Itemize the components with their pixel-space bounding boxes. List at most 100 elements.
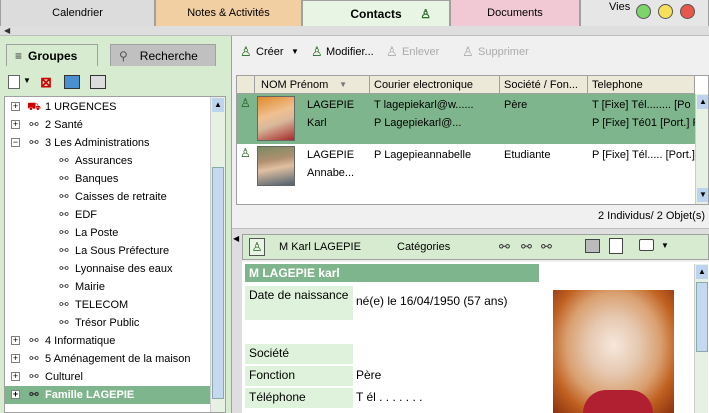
collapse-arrow-icon[interactable]: ◀ bbox=[4, 26, 10, 35]
detail-title: M LAGEPIE karl bbox=[245, 264, 539, 282]
tree-item-label: 2 Santé bbox=[45, 119, 83, 131]
tree-scrollbar[interactable]: ▲ bbox=[210, 97, 225, 412]
scroll-up-icon[interactable]: ▲ bbox=[697, 95, 708, 109]
field-value: Père bbox=[356, 368, 382, 382]
tree-item[interactable]: ⚯ La Sous Préfecture bbox=[5, 242, 210, 260]
group-link-icon: ⚯ bbox=[29, 119, 39, 131]
contact-phone: P [Fixe] Té01 [Port.] F bbox=[592, 117, 695, 129]
expand-icon[interactable]: + bbox=[11, 336, 20, 345]
dropdown-arrow-icon[interactable]: ▼ bbox=[661, 241, 669, 250]
table-row[interactable]: ♙ LAGEPIE Karl T lagepiekarl@w...... P L… bbox=[237, 94, 695, 144]
contacts-toolbar: ♙ Créer ▼ ♙ Modifier... ♙ Enlever ♙ Supp… bbox=[236, 40, 709, 66]
modify-person-icon[interactable]: ♙ bbox=[311, 44, 323, 60]
contact-portrait bbox=[553, 290, 674, 413]
scroll-thumb[interactable] bbox=[212, 167, 224, 399]
delete-button[interactable]: Supprimer bbox=[478, 46, 529, 58]
collapse-icon[interactable]: − bbox=[11, 138, 20, 147]
link-icon[interactable]: ⚯ bbox=[499, 239, 510, 255]
delete-person-icon[interactable]: ♙ bbox=[462, 44, 474, 60]
tree-item[interactable]: + ⚯ 2 Santé bbox=[5, 116, 210, 134]
link-icon[interactable]: ⚯ bbox=[521, 239, 532, 255]
tree-item[interactable]: ⚯ Caisses de retraite bbox=[5, 188, 210, 206]
group-link-icon: ⚯ bbox=[59, 173, 69, 185]
green-smiley-icon[interactable] bbox=[636, 4, 651, 19]
tree-item-label: 5 Aménagement de la maison bbox=[45, 353, 191, 365]
tree-item[interactable]: + ⚯ 4 Informatique bbox=[5, 332, 210, 350]
column-header-name[interactable]: NOM Prénom ▼ bbox=[255, 76, 370, 94]
expand-icon[interactable]: + bbox=[11, 102, 20, 111]
group-image-icon[interactable] bbox=[64, 75, 80, 89]
dropdown-arrow-icon[interactable]: ▼ bbox=[23, 76, 31, 85]
remove-button[interactable]: Enlever bbox=[402, 46, 439, 58]
collapse-arrow-icon[interactable]: ◀ bbox=[233, 234, 239, 243]
tree-item[interactable]: + ⚯ Culturel bbox=[5, 368, 210, 386]
tree-item[interactable]: ⚯ Trésor Public bbox=[5, 314, 210, 332]
splitter-vertical[interactable]: ◀ bbox=[232, 234, 242, 413]
detail-scrollbar[interactable]: ▲ bbox=[694, 264, 708, 413]
create-person-icon[interactable]: ♙ bbox=[240, 44, 252, 60]
tree-item[interactable]: ⚯ TELECOM bbox=[5, 296, 210, 314]
tree-item[interactable]: + ⚯ Famille LAGEPIE bbox=[5, 386, 210, 404]
tree-item-label: Famille LAGEPIE bbox=[45, 389, 135, 401]
table-row[interactable]: ♙ LAGEPIE Annabe... P Lagepieannabelle E… bbox=[237, 144, 695, 188]
contact-name: LAGEPIE bbox=[307, 99, 355, 111]
person-icon: ♙ bbox=[420, 7, 431, 21]
tree-item[interactable]: ⚯ Banques bbox=[5, 170, 210, 188]
tree-item[interactable]: + ⛟ 1 URGENCES bbox=[5, 98, 210, 116]
person-icon: ♙ bbox=[240, 146, 251, 160]
group-link-icon: ⚯ bbox=[59, 281, 69, 293]
sort-arrow-icon: ▼ bbox=[339, 80, 347, 89]
expand-icon[interactable]: + bbox=[11, 390, 20, 399]
create-dropdown-icon[interactable]: ▼ bbox=[291, 47, 299, 56]
tab-recherche[interactable]: ⚲ Recherche bbox=[110, 44, 216, 66]
column-header-telephone[interactable]: Telephone bbox=[588, 76, 695, 94]
scroll-up-icon[interactable]: ▲ bbox=[212, 98, 224, 112]
expand-icon[interactable]: + bbox=[11, 120, 20, 129]
delete-group-icon[interactable]: ⊠ bbox=[38, 74, 54, 90]
column-header-societe[interactable]: Société / Fon... bbox=[500, 76, 588, 94]
tree-item[interactable]: + ⚯ 5 Aménagement de la maison bbox=[5, 350, 210, 368]
yellow-smiley-icon[interactable] bbox=[658, 4, 673, 19]
group-link-icon: ⚯ bbox=[59, 227, 69, 239]
scroll-thumb[interactable] bbox=[696, 282, 708, 352]
tab-groupes[interactable]: ≡ Groupes bbox=[6, 44, 98, 66]
categories-label[interactable]: Catégories bbox=[397, 241, 450, 253]
create-button[interactable]: Créer bbox=[256, 46, 284, 58]
grid-status: 2 Individus/ 2 Objet(s) bbox=[598, 210, 705, 222]
red-smiley-icon[interactable] bbox=[680, 4, 695, 19]
tree-item[interactable]: − ⚯ 3 Les Administrations bbox=[5, 134, 210, 152]
column-header-email[interactable]: Courier electronique bbox=[370, 76, 500, 94]
group-properties-icon[interactable] bbox=[90, 75, 106, 89]
tree-item[interactable]: ⚯ La Poste bbox=[5, 224, 210, 242]
print-icon[interactable] bbox=[585, 239, 600, 253]
tree-item[interactable]: ⚯ EDF bbox=[5, 206, 210, 224]
modify-button[interactable]: Modifier... bbox=[326, 46, 374, 58]
field-value: T él . . . . . . . bbox=[356, 390, 423, 404]
remove-person-icon[interactable]: ♙ bbox=[386, 44, 398, 60]
group-link-icon: ⚯ bbox=[59, 317, 69, 329]
new-group-icon[interactable] bbox=[8, 75, 20, 89]
tab-contacts[interactable]: Contacts ♙ bbox=[302, 0, 450, 26]
expand-icon[interactable]: + bbox=[11, 354, 20, 363]
detail-header-name: M Karl LAGEPIE bbox=[279, 241, 361, 253]
tree-item[interactable]: ⚯ Lyonnaise des eaux bbox=[5, 260, 210, 278]
tab-calendrier[interactable]: Calendrier bbox=[0, 0, 155, 26]
link-icon[interactable]: ⚯ bbox=[541, 239, 552, 255]
tree-item-label: Lyonnaise des eaux bbox=[75, 263, 173, 275]
scroll-up-icon[interactable]: ▲ bbox=[696, 265, 708, 279]
portrait-shirt bbox=[583, 390, 653, 413]
tab-groupes-label: Groupes bbox=[28, 49, 78, 63]
tree-item-label: Trésor Public bbox=[75, 317, 140, 329]
detail-header: ♙ M Karl LAGEPIE Catégories ⚯ ⚯ ⚯ ▼ bbox=[242, 234, 709, 260]
tab-documents[interactable]: Documents bbox=[450, 0, 580, 26]
tree-item[interactable]: ⚯ Mairie bbox=[5, 278, 210, 296]
preview-icon[interactable] bbox=[609, 238, 623, 254]
tab-notes-activites[interactable]: Notes & Activités bbox=[155, 0, 302, 26]
expand-icon[interactable]: + bbox=[11, 372, 20, 381]
grid-scrollbar[interactable]: ▲ ▼ bbox=[695, 94, 708, 204]
comment-icon[interactable] bbox=[639, 239, 654, 251]
field-label: Fonction bbox=[245, 366, 353, 386]
scroll-down-icon[interactable]: ▼ bbox=[697, 188, 708, 202]
tree-item[interactable]: ⚯ Assurances bbox=[5, 152, 210, 170]
tree-item-label: Mairie bbox=[75, 281, 105, 293]
